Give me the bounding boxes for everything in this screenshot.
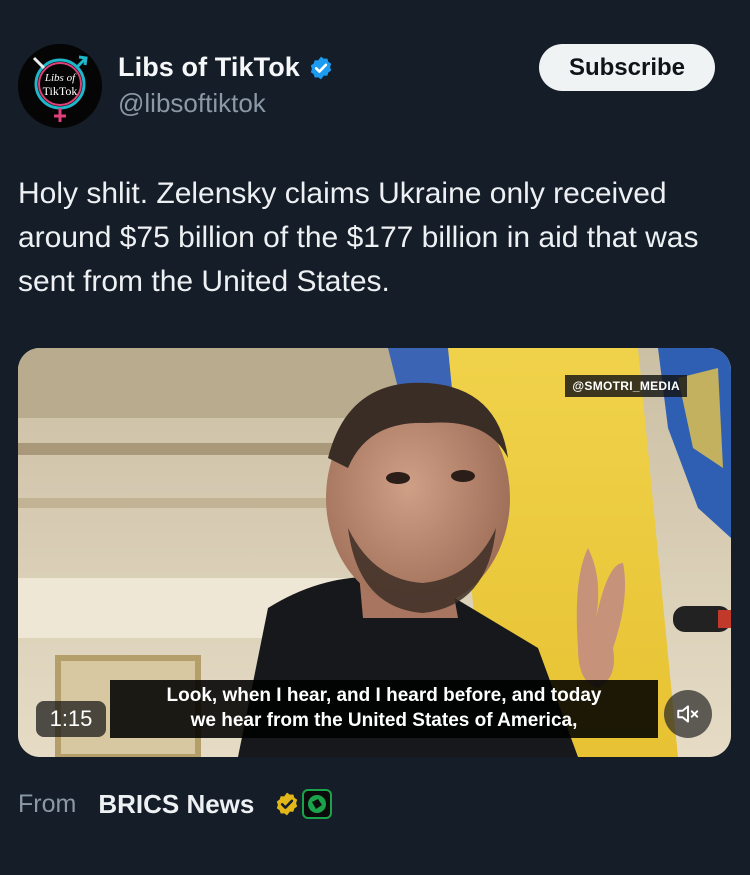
- subtitle-line-1: Look, when I hear, and I heard before, a…: [166, 685, 602, 706]
- subtitle-line-2: we hear from the United States of Americ…: [190, 710, 578, 731]
- affiliate-logo-icon: [302, 789, 333, 819]
- author-display-name[interactable]: Libs of TikTok: [118, 52, 300, 83]
- source-from-label: From: [18, 789, 77, 818]
- video-source: From BRICS News: [18, 786, 333, 822]
- author-handle[interactable]: @libsoftiktok: [118, 88, 266, 119]
- tweet-text: Holy shlit. Zelensky claims Ukraine only…: [18, 177, 699, 298]
- source-account-name[interactable]: BRICS News: [98, 789, 254, 820]
- video-subtitle: Look, when I hear, and I heard before, a…: [110, 680, 658, 738]
- gold-verified-badge-icon: [277, 792, 298, 816]
- tweet-header: Libs of TikTok Libs of TikTok @libsoftik…: [18, 44, 732, 128]
- subscribe-button[interactable]: Subscribe: [539, 44, 715, 91]
- verified-badge-icon: [310, 56, 332, 79]
- speaker-muted-icon: [677, 705, 699, 723]
- author-avatar[interactable]: Libs of TikTok: [18, 44, 102, 128]
- avatar-text-line2: TikTok: [43, 84, 78, 98]
- mute-button[interactable]: [664, 690, 712, 738]
- video-duration: 1:15: [36, 701, 106, 737]
- video-player[interactable]: @SMOTRI_MEDIA Look, when I hear, and I h…: [18, 348, 731, 757]
- video-watermark: @SMOTRI_MEDIA: [565, 375, 687, 397]
- author-name-row: Libs of TikTok: [118, 52, 334, 83]
- avatar-text-line1: Libs of: [44, 72, 77, 84]
